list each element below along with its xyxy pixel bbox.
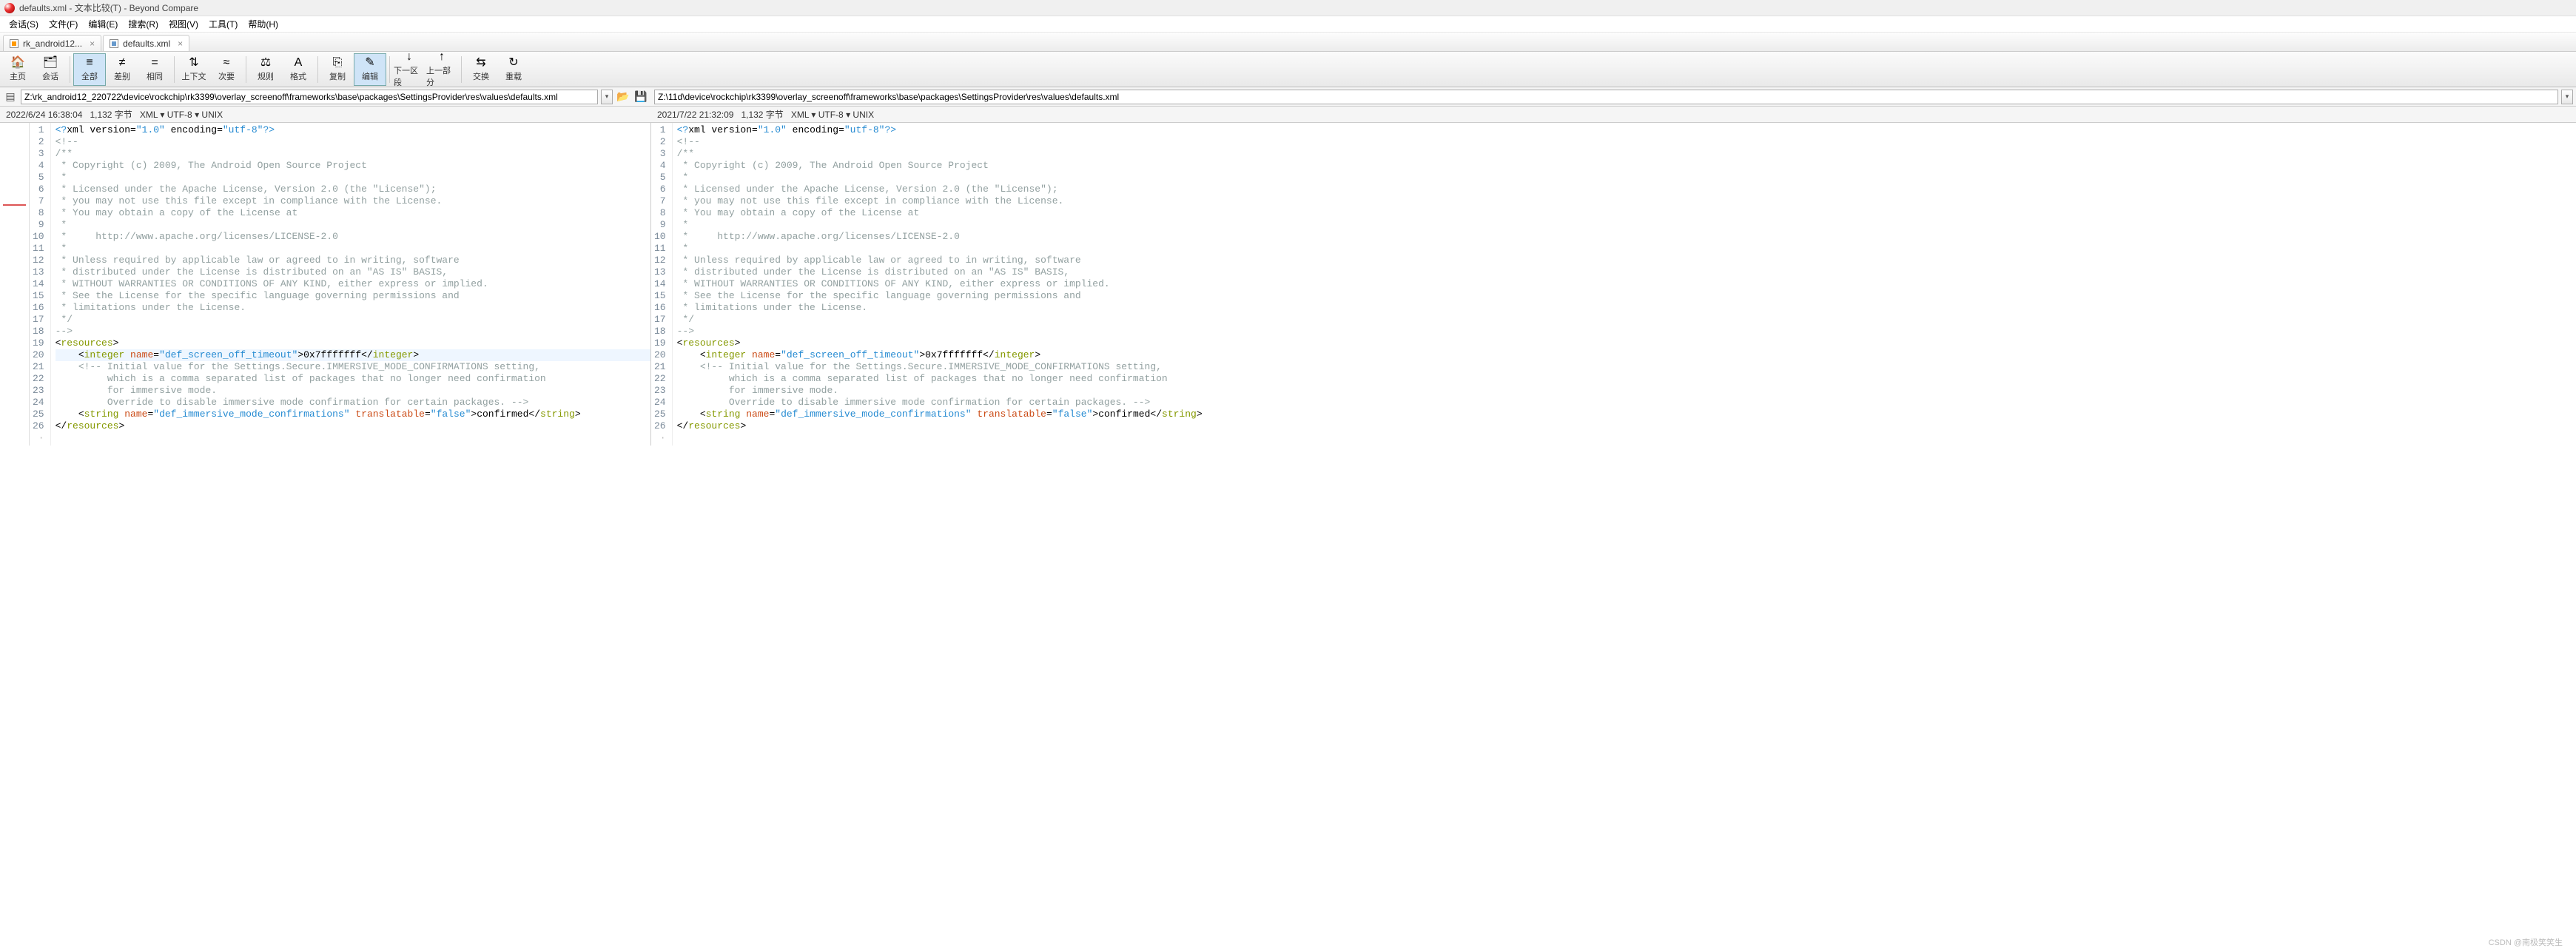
watermark: CSDN @南极笑笑生	[2489, 936, 2563, 948]
window-title: defaults.xml - 文本比较(T) - Beyond Compare	[19, 1, 198, 14]
toolbar-label: 上下文	[182, 70, 206, 82]
toolbar-icon: ⚖	[260, 57, 271, 69]
toolbar-label: 交换	[473, 70, 489, 82]
tab-bar: rk_android12... × defaults.xml ×	[0, 33, 2576, 52]
toolbar-button[interactable]: =相同	[138, 53, 171, 86]
toolbar-button[interactable]: ⚖规则	[249, 53, 282, 86]
left-path-input[interactable]: Z:\rk_android12_220722\device\rockchip\r…	[21, 90, 598, 104]
toolbar-label: 编辑	[362, 70, 378, 82]
close-icon[interactable]: ×	[178, 38, 183, 49]
menu-item[interactable]: 工具(T)	[204, 16, 242, 32]
menu-item[interactable]: 文件(F)	[44, 16, 82, 32]
toolbar-icon: ↻	[508, 57, 518, 69]
toolbar-icon: ≡	[86, 57, 93, 69]
toolbar-button[interactable]: ⇅上下文	[178, 53, 210, 86]
file-icon	[110, 39, 118, 48]
file-icon	[10, 39, 19, 48]
toolbar-button[interactable]: 🗂会话	[34, 53, 67, 86]
menu-item[interactable]: 视图(V)	[164, 16, 203, 32]
toolbar-separator	[317, 56, 318, 83]
toolbar-button[interactable]: ✎编辑	[354, 53, 386, 86]
toolbar-separator	[174, 56, 175, 83]
right-date: 2021/7/22 21:32:09	[657, 110, 733, 120]
right-format: XML ▾ UTF-8 ▾ UNIX	[791, 110, 874, 120]
toolbar-button[interactable]: ⎘复制	[321, 53, 354, 86]
left-path-text: Z:\rk_android12_220722\device\rockchip\r…	[24, 92, 558, 102]
editor-area: 1234567891011121314151617181920212223242…	[0, 123, 2576, 446]
toolbar-button[interactable]: ≠差别	[106, 53, 138, 86]
toolbar-icon: ↓	[406, 51, 412, 63]
toolbar-icon: ↑	[439, 51, 445, 63]
right-code-pane[interactable]: 1234567891011121314151617181920212223242…	[651, 123, 2576, 446]
path-row: ▤ Z:\rk_android12_220722\device\rockchip…	[0, 87, 2576, 107]
right-size: 1,132 字节	[741, 108, 783, 121]
left-date: 2022/6/24 16:38:04	[6, 110, 82, 120]
right-path-dropdown[interactable]: ▾	[2561, 90, 2573, 104]
toolbar-button[interactable]: ≈次要	[210, 53, 243, 86]
toolbar-label: 相同	[147, 70, 163, 82]
toolbar-icon: ⎘	[333, 57, 343, 69]
status-row: 2022/6/24 16:38:04 1,132 字节 XML ▾ UTF-8 …	[0, 107, 2576, 123]
toolbar-label: 全部	[81, 70, 98, 82]
toolbar-button[interactable]: ≡全部	[73, 53, 106, 86]
left-path-dropdown[interactable]: ▾	[601, 90, 613, 104]
toolbar-label: 下一区段	[394, 64, 425, 88]
left-format: XML ▾ UTF-8 ▾ UNIX	[140, 110, 223, 120]
expand-left-icon[interactable]: ▤	[3, 90, 18, 104]
save-left-icon[interactable]: 💾	[633, 90, 648, 104]
toolbar-icon: A	[295, 57, 303, 69]
toolbar-icon: ≠	[119, 57, 126, 69]
toolbar-separator	[461, 56, 462, 83]
overview-gutter[interactable]	[0, 123, 30, 446]
toolbar-button[interactable]: ↓下一区段	[393, 53, 426, 86]
toolbar-separator	[389, 56, 390, 83]
toolbar-label: 差别	[114, 70, 130, 82]
session-tab[interactable]: rk_android12... ×	[3, 35, 101, 51]
toolbar-label: 复制	[329, 70, 346, 82]
open-left-icon[interactable]: 📂	[616, 90, 630, 104]
menu-item[interactable]: 编辑(E)	[84, 16, 122, 32]
toolbar-icon: 🏠	[10, 57, 25, 69]
tab-label: defaults.xml	[123, 38, 170, 49]
menu-item[interactable]: 会话(S)	[4, 16, 43, 32]
toolbar-button[interactable]: ↑上一部分	[426, 53, 458, 86]
toolbar-icon: =	[151, 57, 158, 69]
window-titlebar: defaults.xml - 文本比较(T) - Beyond Compare	[0, 0, 2576, 16]
toolbar-icon: 🗂	[43, 57, 58, 69]
right-path-input[interactable]: Z:\11d\device\rockchip\rk3399\overlay_sc…	[654, 90, 2558, 104]
toolbar-label: 规则	[258, 70, 274, 82]
menu-item[interactable]: 帮助(H)	[243, 16, 283, 32]
toolbar-icon: ✎	[365, 57, 374, 69]
close-icon[interactable]: ×	[90, 38, 95, 49]
menu-bar: 会话(S)文件(F)编辑(E)搜索(R)视图(V)工具(T)帮助(H)	[0, 16, 2576, 33]
right-path-text: Z:\11d\device\rockchip\rk3399\overlay_sc…	[658, 92, 1119, 102]
toolbar-label: 上一部分	[426, 64, 457, 88]
toolbar-icon: ⇅	[189, 57, 198, 69]
toolbar-label: 格式	[290, 70, 306, 82]
toolbar-icon: ⇆	[476, 57, 485, 69]
toolbar-label: 主页	[10, 70, 26, 82]
tab-label: rk_android12...	[23, 38, 82, 49]
toolbar-button[interactable]: 🏠主页	[1, 53, 34, 86]
session-tab[interactable]: defaults.xml ×	[103, 35, 189, 51]
left-size: 1,132 字节	[90, 108, 132, 121]
toolbar-label: 重载	[505, 70, 522, 82]
toolbar-button[interactable]: ↻重载	[497, 53, 530, 86]
toolbar-label: 次要	[218, 70, 235, 82]
left-code-pane[interactable]: 1234567891011121314151617181920212223242…	[30, 123, 651, 446]
app-icon	[4, 3, 15, 13]
main-toolbar: 🏠主页🗂会话≡全部≠差别=相同⇅上下文≈次要⚖规则A格式⎘复制✎编辑↓下一区段↑…	[0, 52, 2576, 87]
toolbar-icon: ≈	[223, 57, 230, 69]
toolbar-button[interactable]: ⇆交换	[465, 53, 497, 86]
toolbar-button[interactable]: A格式	[282, 53, 315, 86]
menu-item[interactable]: 搜索(R)	[124, 16, 163, 32]
toolbar-label: 会话	[42, 70, 58, 82]
